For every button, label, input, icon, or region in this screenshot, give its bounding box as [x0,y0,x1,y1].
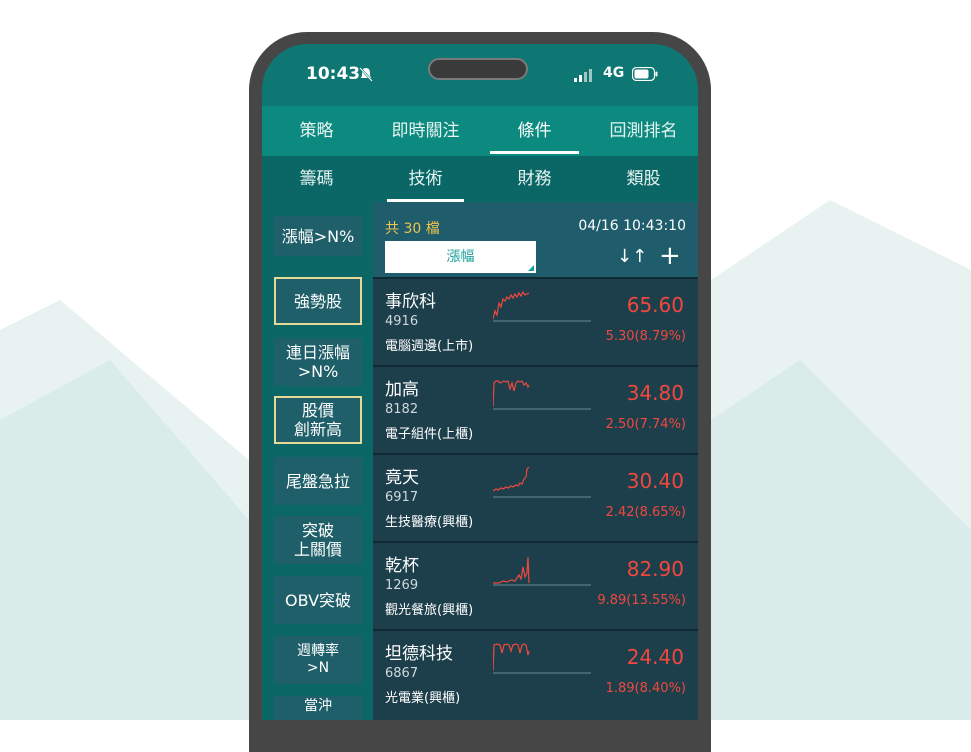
stock-price: 82.90 [626,557,684,581]
stock-code: 8182 [385,402,419,417]
clock: 10:43 [306,64,361,84]
tab-financial[interactable]: 財務 [480,156,589,202]
stock-price: 24.40 [626,645,684,669]
phone-screen: 10:43 4G 策略 即時關注 條件 回測排名 籌碼 技術 財務 類股 漲幅>… [262,44,698,720]
tab-chips[interactable]: 籌碼 [262,156,371,202]
sidebar-item-daytrade[interactable]: 當沖 [274,696,362,720]
sidebar-item-obv-breakout[interactable]: OBV突破 [274,576,362,624]
sidebar-item-strong-stock[interactable]: 強勢股 [274,277,362,325]
battery-icon [632,67,658,81]
stock-name: 乾杯 [385,556,419,576]
stock-industry: 生技醫療(興櫃) [385,515,474,530]
tab-watchlist[interactable]: 即時關注 [371,106,480,156]
stock-change: 2.42(8.65%) [605,505,686,520]
stock-row[interactable]: 事欣科 4916 電腦週邊(上市) 65.60 5.30(8.79%) [373,277,698,365]
stock-list-panel: 共 30 檔 04/16 10:43:10 漲幅 ↓↑ + 事欣科 4916 電… [373,202,698,720]
sidebar-item-turnover[interactable]: 週轉率 >N [274,636,362,684]
sort-order-icon[interactable]: ↓↑ [617,246,647,267]
stock-industry: 光電業(興櫃) [385,691,461,706]
stock-industry: 電子組件(上櫃) [385,427,474,442]
primary-tabs: 策略 即時關注 條件 回測排名 [262,106,698,156]
sparkline-chart [493,643,591,674]
dropdown-corner-icon [528,265,534,271]
stock-code: 1269 [385,578,419,593]
sidebar-item-price-rise[interactable]: 漲幅>N% [274,216,362,256]
stock-change: 1.89(8.40%) [605,681,686,696]
stock-row[interactable]: 竟天 6917 生技醫療(興櫃) 30.40 2.42(8.65%) [373,453,698,541]
tab-sector[interactable]: 類股 [589,156,698,202]
update-time: 04/16 10:43:10 [578,218,686,234]
tab-backtest-ranking[interactable]: 回測排名 [589,106,698,156]
stock-change: 5.30(8.79%) [605,329,686,344]
bell-muted-icon [359,67,373,82]
sparkline-chart [493,290,591,322]
stock-change: 2.50(7.74%) [605,417,686,432]
tab-technical[interactable]: 技術 [371,156,480,202]
secondary-tabs: 籌碼 技術 財務 類股 [262,156,698,202]
condition-sidebar: 漲幅>N% 強勢股 連日漲幅 >N% 股價 創新高 尾盤急拉 突破 上關價 OB… [262,202,373,720]
stock-row[interactable]: 乾杯 1269 觀光餐旅(興櫃) 82.90 9.89(13.55%) [373,541,698,629]
result-count: 共 30 檔 [385,221,440,237]
stock-industry: 觀光餐旅(興櫃) [385,603,474,618]
dynamic-island [428,58,528,80]
stock-name: 竟天 [385,468,419,488]
tab-conditions[interactable]: 條件 [480,106,589,156]
sort-field-label: 漲幅 [446,249,475,265]
stock-price: 34.80 [626,381,684,405]
tab-strategy[interactable]: 策略 [262,106,371,156]
signal-icon [574,69,592,82]
stock-name: 加高 [385,380,419,400]
stock-name: 坦德科技 [385,644,453,664]
stock-row[interactable]: 加高 8182 電子組件(上櫃) 34.80 2.50(7.74%) [373,365,698,453]
stock-code: 6917 [385,490,419,505]
stock-change: 9.89(13.55%) [597,593,686,608]
sidebar-item-consecutive-rise[interactable]: 連日漲幅 >N% [274,338,362,386]
network-type: 4G [603,65,625,81]
stock-code: 6867 [385,666,419,681]
sparkline-chart [493,556,591,586]
list-header: 共 30 檔 04/16 10:43:10 漲幅 ↓↑ + [373,202,698,277]
stock-industry: 電腦週邊(上市) [385,339,474,354]
sparkline-chart [493,380,591,410]
status-bar: 10:43 4G [262,44,698,106]
stock-code: 4916 [385,314,419,329]
sidebar-item-closing-surge[interactable]: 尾盤急拉 [274,457,362,505]
stock-price: 65.60 [626,293,684,317]
sort-field-select[interactable]: 漲幅 [385,241,536,273]
sparkline-chart [493,466,591,498]
sidebar-item-new-high[interactable]: 股價 創新高 [274,396,362,444]
stock-row[interactable]: 坦德科技 6867 光電業(興櫃) 24.40 1.89(8.40%) [373,629,698,717]
stock-price: 30.40 [626,469,684,493]
add-icon[interactable]: + [659,242,681,270]
sidebar-item-breakout[interactable]: 突破 上關價 [274,516,362,564]
stock-name: 事欣科 [385,292,436,312]
